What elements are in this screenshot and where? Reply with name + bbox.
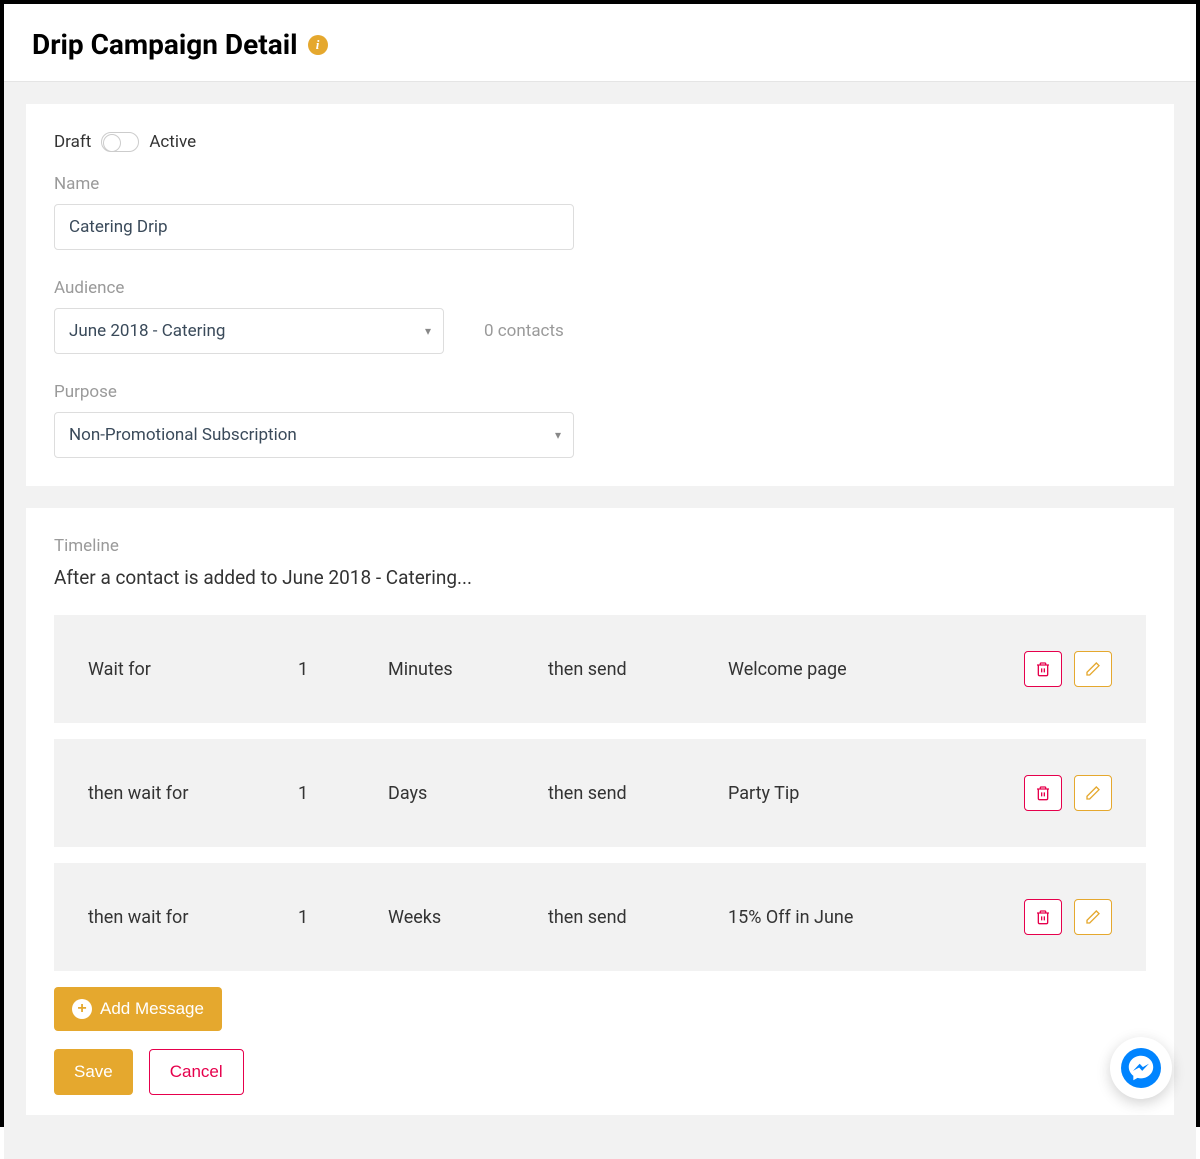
row-actions [958, 899, 1112, 935]
page-title: Drip Campaign Detail [32, 28, 298, 61]
page-name: Welcome page [728, 659, 958, 680]
messenger-icon [1121, 1048, 1161, 1088]
timeline-row: then wait for 1 Weeks then send 15% Off … [54, 863, 1146, 971]
delete-button[interactable] [1024, 775, 1062, 811]
timeline-row: then wait for 1 Days then send Party Tip [54, 739, 1146, 847]
wait-unit: Weeks [388, 907, 548, 928]
timeline-card: Timeline After a contact is added to Jun… [26, 508, 1174, 1115]
page-name: Party Tip [728, 783, 958, 804]
then-label: then send [548, 783, 728, 804]
timeline-note: After a contact is added to June 2018 - … [54, 566, 1146, 589]
wait-label: then wait for [88, 783, 298, 804]
add-message-button[interactable]: + Add Message [54, 987, 222, 1031]
page-body: Draft Active Name Catering Drip Audience… [4, 82, 1196, 1159]
pencil-icon [1085, 785, 1101, 801]
trash-icon [1035, 909, 1051, 925]
messenger-fab[interactable] [1110, 1037, 1172, 1099]
trash-icon [1035, 785, 1051, 801]
footer-buttons: Save Cancel [54, 1049, 1146, 1095]
purpose-select[interactable]: Non-Promotional Subscription ▾ [54, 412, 574, 458]
trash-icon [1035, 661, 1051, 677]
delete-button[interactable] [1024, 651, 1062, 687]
edit-button[interactable] [1074, 899, 1112, 935]
plus-circle-icon: + [72, 999, 92, 1019]
wait-count: 1 [298, 783, 388, 804]
edit-button[interactable] [1074, 775, 1112, 811]
row-actions [958, 775, 1112, 811]
pencil-icon [1085, 909, 1101, 925]
add-message-label: Add Message [100, 999, 204, 1019]
wait-unit: Minutes [388, 659, 548, 680]
save-button[interactable]: Save [54, 1049, 133, 1095]
info-icon[interactable]: i [308, 35, 328, 55]
timeline-row: Wait for 1 Minutes then send Welcome pag… [54, 615, 1146, 723]
chevron-down-icon: ▾ [425, 324, 431, 338]
contacts-count: 0 contacts [484, 321, 564, 341]
status-toggle-row: Draft Active [54, 132, 1146, 152]
audience-select[interactable]: June 2018 - Catering ▾ [54, 308, 444, 354]
delete-button[interactable] [1024, 899, 1062, 935]
then-label: then send [548, 659, 728, 680]
audience-label: Audience [54, 278, 1146, 298]
campaign-settings-card: Draft Active Name Catering Drip Audience… [26, 104, 1174, 486]
audience-select-value: June 2018 - Catering [69, 321, 225, 341]
row-actions [958, 651, 1112, 687]
status-draft-label: Draft [54, 132, 91, 152]
wait-count: 1 [298, 907, 388, 928]
name-input[interactable]: Catering Drip [54, 204, 574, 250]
wait-label: Wait for [88, 659, 298, 680]
status-active-label: Active [149, 132, 196, 152]
timeline-label: Timeline [54, 536, 1146, 556]
audience-row: June 2018 - Catering ▾ 0 contacts [54, 308, 1146, 354]
wait-label: then wait for [88, 907, 298, 928]
cancel-button[interactable]: Cancel [149, 1049, 244, 1095]
wait-unit: Days [388, 783, 548, 804]
then-label: then send [548, 907, 728, 928]
page-name: 15% Off in June [728, 907, 958, 928]
page-header: Drip Campaign Detail i [4, 4, 1196, 82]
chevron-down-icon: ▾ [555, 428, 561, 442]
pencil-icon [1085, 661, 1101, 677]
name-label: Name [54, 174, 1146, 194]
purpose-label: Purpose [54, 382, 1146, 402]
status-toggle[interactable] [101, 132, 139, 152]
edit-button[interactable] [1074, 651, 1112, 687]
wait-count: 1 [298, 659, 388, 680]
purpose-select-value: Non-Promotional Subscription [69, 425, 297, 445]
